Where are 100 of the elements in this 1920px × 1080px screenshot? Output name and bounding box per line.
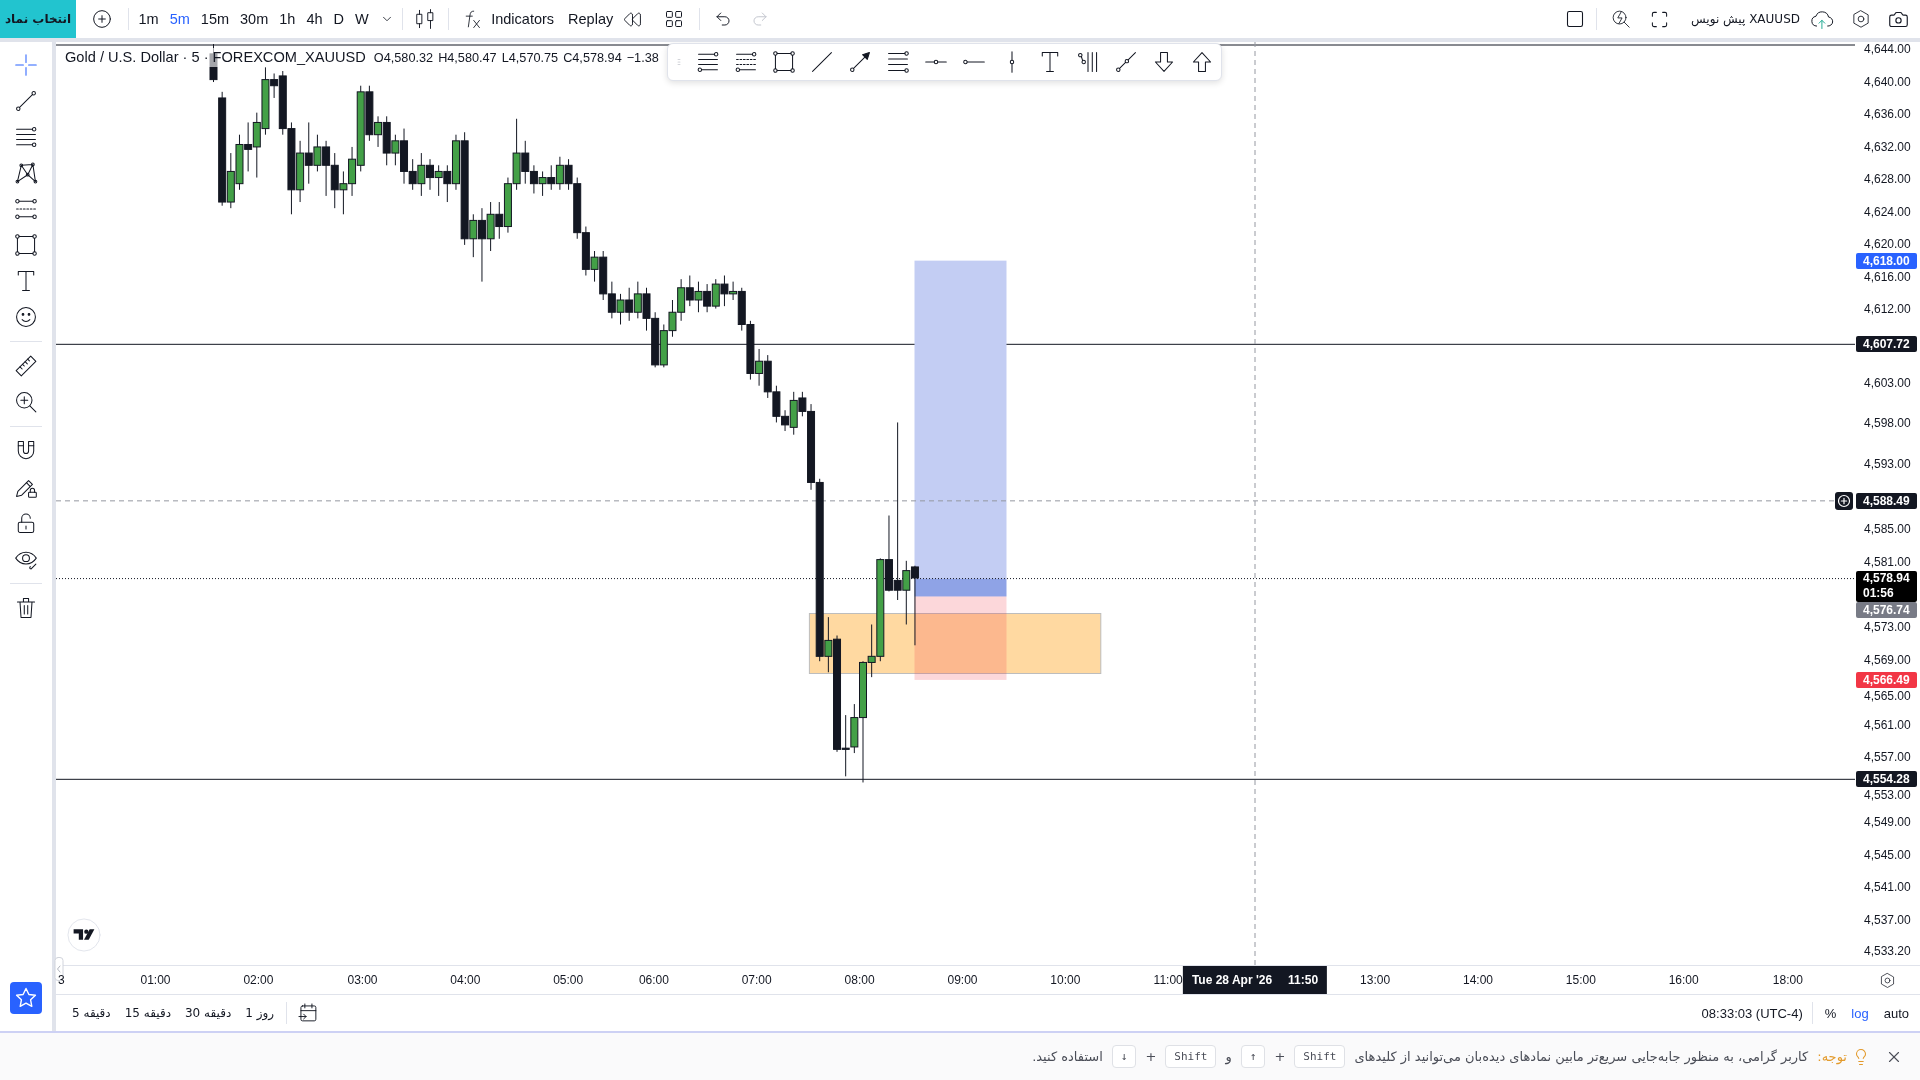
interval-button[interactable]: 4h	[302, 4, 327, 34]
layout-name-button[interactable]: پیش نویس XAUUSD	[1691, 12, 1800, 26]
time-label: 14:00	[1463, 973, 1493, 987]
settings-icon[interactable]	[1879, 971, 1896, 989]
price-label: 4,557.00	[1864, 750, 1911, 765]
scale-toggle[interactable]: %	[1821, 1005, 1840, 1021]
rectangle-icon[interactable]	[14, 233, 38, 257]
rectangle-icon[interactable]	[772, 50, 796, 74]
price-label: 4,603.00	[1864, 375, 1911, 390]
arrow-line-icon[interactable]	[848, 50, 872, 74]
replay-button[interactable]: Replay	[568, 4, 643, 34]
time-label: 15:00	[1565, 973, 1596, 987]
time-label: 02:00	[243, 973, 274, 987]
price-tag: 4,618.00	[1856, 252, 1917, 269]
price-label: 4,640.00	[1864, 74, 1911, 89]
square-icon[interactable]	[1565, 9, 1586, 29]
ruler-icon[interactable]	[14, 354, 38, 378]
price-label: 4,628.00	[1864, 172, 1911, 187]
lightning-search-icon[interactable]	[1611, 9, 1632, 29]
indicators-button[interactable]: Indicators	[463, 4, 555, 34]
symbol-button[interactable]: انتخاب نماد	[0, 0, 76, 38]
time-label: 16:00	[1668, 973, 1699, 987]
trend-line-icon[interactable]	[810, 50, 834, 74]
price-label: 4,598.00	[1864, 416, 1911, 431]
time-label: 18:00	[1772, 973, 1803, 987]
time-label: 06:00	[638, 973, 669, 987]
interval-button[interactable]: 1h	[275, 4, 300, 34]
price-label: 4,549.00	[1864, 815, 1911, 830]
legend-value: O4,580.32	[373, 51, 434, 65]
time-label: 11:00	[1153, 973, 1183, 987]
key-cap: ↓	[1111, 1045, 1137, 1068]
interval-button[interactable]: D	[329, 4, 348, 34]
settings-icon[interactable]	[1851, 9, 1871, 29]
clock-text[interactable]: 08:33:03 (UTC-4)	[1701, 1005, 1803, 1021]
fib-lines-icon[interactable]	[696, 50, 720, 74]
trend-line-icon[interactable]	[14, 89, 38, 113]
fullscreen-icon[interactable]	[1650, 9, 1670, 29]
trash-icon[interactable]	[14, 596, 38, 620]
pattern-icon[interactable]	[14, 161, 38, 185]
time-label: 07:00	[741, 973, 772, 987]
price-label: 4,620.00	[1864, 237, 1911, 252]
notice-text: و	[1225, 1049, 1232, 1064]
legend-value: L4,570.75	[501, 51, 559, 65]
interval-button[interactable]: 30m	[236, 4, 273, 34]
drag-handle-icon[interactable]	[675, 58, 683, 66]
candlestick-icon[interactable]	[414, 8, 437, 30]
price-label: 4,644.00	[1864, 42, 1911, 56]
price-label: 4,632.00	[1864, 139, 1911, 154]
fib-lines-icon[interactable]	[14, 125, 38, 149]
time-label: 13:00	[1360, 973, 1391, 987]
interval-button[interactable]: 5m	[165, 4, 194, 34]
arrow-up-icon[interactable]	[1190, 50, 1214, 74]
parallel-lines-icon[interactable]	[886, 50, 910, 74]
add-icon[interactable]	[92, 9, 112, 29]
date-text: Tue 28 Apr '26	[1191, 973, 1273, 987]
bars-pattern-icon[interactable]	[1076, 50, 1100, 74]
time-label: 10:00	[1050, 973, 1081, 987]
price-label: 4,533.20	[1864, 943, 1911, 958]
time-text: 11:50	[1288, 973, 1319, 987]
price-tag: 4,607.72	[1856, 336, 1917, 353]
time-label: 04:00	[450, 973, 481, 987]
channel-icon[interactable]	[14, 197, 38, 221]
scale-toggle[interactable]: auto	[1880, 1005, 1912, 1021]
range-button[interactable]: 30 دقیقه	[183, 1006, 234, 1020]
notice-text: کاربر گرامی، به منظور جابه‌جایی سریع‌تر مابین نمادهای دیده‌بان می‌توانید از کلیدهای	[1354, 1049, 1809, 1064]
price-label: 4,537.00	[1864, 912, 1911, 927]
time-label: 01:00	[140, 973, 171, 987]
price-tag: 4,554.28	[1856, 771, 1917, 788]
interval-button[interactable]: W	[351, 4, 373, 34]
dashed-lines-icon[interactable]	[734, 50, 758, 74]
undo-icon[interactable]	[714, 10, 733, 28]
price-label: 4,593.00	[1864, 457, 1911, 472]
interval-button[interactable]: 15m	[196, 4, 234, 34]
calendar-icon[interactable]	[297, 1002, 320, 1024]
price-label: 4,573.00	[1864, 619, 1911, 634]
arrow-down-icon[interactable]	[1152, 50, 1176, 74]
price-label: 4,624.00	[1864, 204, 1911, 219]
price-label: 4,553.00	[1864, 788, 1911, 803]
logo-icon[interactable]	[67, 918, 101, 952]
interval-button[interactable]: 1m	[134, 4, 163, 34]
legend-title: Gold / U.S. Dollar · 5 · FOREXCOM_XAUUSD	[65, 48, 366, 67]
smiley-icon[interactable]	[14, 305, 38, 329]
legend-value: C4,578.94	[563, 51, 622, 65]
path-icon[interactable]	[1114, 50, 1138, 74]
price-label: 4,545.00	[1864, 847, 1911, 862]
range-button[interactable]: 1 روز	[243, 1006, 277, 1020]
price-label: 4,565.00	[1864, 688, 1911, 703]
notice-text: +	[1145, 1049, 1157, 1064]
plus-circle-icon[interactable]	[1835, 491, 1853, 510]
price-label: 4,612.00	[1864, 302, 1911, 317]
price-label: 4,585.00	[1864, 522, 1911, 537]
time-label: 05:00	[553, 973, 584, 987]
time-label: 03:00	[347, 973, 378, 987]
layout-grid-icon[interactable]	[664, 9, 685, 29]
key-cap: ↑	[1240, 1045, 1266, 1068]
legend-value: −1.38	[626, 51, 659, 65]
zoom-in-icon[interactable]	[14, 390, 38, 414]
scale-toggle[interactable]: log	[1848, 1005, 1872, 1021]
time-label: 08:00	[844, 973, 875, 987]
countdown-text: 01:56	[1863, 586, 1895, 602]
